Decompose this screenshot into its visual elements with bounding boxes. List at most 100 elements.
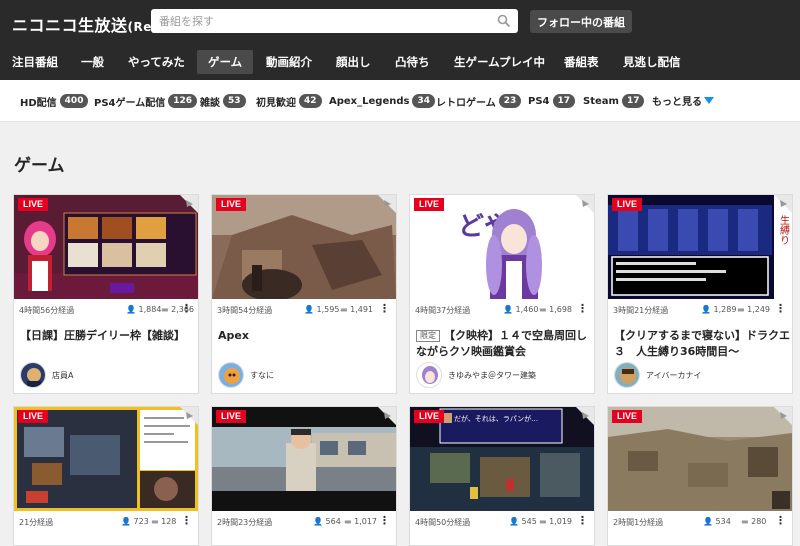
comment-icon: ▬	[151, 517, 159, 526]
chevron-down-icon[interactable]	[704, 97, 714, 104]
more-menu-icon[interactable]: ⋮	[577, 514, 588, 527]
live-badge: LIVE	[414, 410, 445, 423]
program-card[interactable]: LIVE 3時間54分経過 👤 1,595 ▬ 1,491 ⋮ Apex すなに	[211, 194, 397, 394]
program-meta: 3時間21分経過 👤 1,289 ▬ 1,249 ⋮	[613, 302, 786, 315]
program-owner[interactable]: きゆみやま＠タワー建築	[416, 362, 536, 388]
category-nav: 注目番組 一般 やってみた ゲーム 動画紹介 顔出し 凸待ち 生ゲームプレイ中 …	[0, 44, 800, 80]
tag-ps4-stream[interactable]: PS4ゲーム配信 126	[94, 93, 197, 109]
comment-icon: ▬	[539, 305, 547, 314]
more-menu-icon[interactable]: ⋮	[775, 514, 786, 527]
comment-icon: ▬	[161, 305, 169, 314]
top-header: ニコニコ生放送(Re) フォロー中の番組	[0, 0, 800, 44]
program-thumbnail[interactable]: LIVE	[212, 407, 396, 511]
live-badge: LIVE	[612, 198, 643, 211]
comment-icon: ▬	[737, 305, 745, 314]
more-menu-icon[interactable]: ⋮	[379, 302, 390, 315]
corner-fold-icon	[378, 195, 396, 213]
program-meta: 3時間54分経過 👤 1,595 ▬ 1,491 ⋮	[217, 302, 390, 315]
program-card[interactable]: 生縛り LIVE 3時間21分経過 👤 1,289 ▬ 1,249 ⋮ 【クリア…	[607, 194, 793, 394]
section-title: ゲーム	[14, 156, 65, 176]
program-card[interactable]: LIVE 2時間23分経過 👤 564 ▬ 1,017 ⋮	[211, 406, 397, 546]
viewer-icon: 👤	[121, 517, 131, 526]
search-input[interactable]	[151, 9, 518, 33]
tab-general[interactable]: 一般	[70, 50, 115, 74]
tag-hd[interactable]: HD配信 400	[20, 93, 89, 109]
live-badge: LIVE	[18, 410, 49, 423]
program-card[interactable]: だが、それは、ラパンが… LIVE 4時間50分経過 👤 545 ▬ 1,019…	[409, 406, 595, 546]
live-badge: LIVE	[612, 410, 643, 423]
program-meta: 4時間37分経過 👤 1,460 ▬ 1,698 ⋮	[415, 302, 588, 315]
tag-chat[interactable]: 雑談 53	[200, 93, 246, 109]
viewer-icon: 👤	[509, 517, 519, 526]
limited-badge: 限定	[416, 330, 440, 342]
program-meta: 4時間56分経過 👤 1,884 ▬ 2,366 ⋮	[19, 302, 195, 315]
program-card[interactable]: LIVE 4時間56分経過 👤 1,884 ▬ 2,366 ⋮ 【日課】圧勝デイ…	[13, 194, 199, 394]
program-thumbnail[interactable]: LIVE	[608, 407, 792, 511]
corner-fold-icon	[774, 407, 792, 425]
svg-text:生縛り: 生縛り	[778, 214, 790, 245]
program-card[interactable]: LIVE 21分経過 👤 723 ▬ 128 ⋮	[13, 406, 199, 546]
more-menu-icon[interactable]: ⋮	[577, 302, 588, 315]
corner-fold-icon	[378, 407, 396, 425]
tag-apex-legends[interactable]: Apex_Legends 34	[329, 93, 435, 109]
program-owner[interactable]: アイバーカナイ	[614, 362, 701, 388]
tab-featured[interactable]: 注目番組	[1, 50, 69, 74]
search-icon[interactable]	[497, 14, 511, 28]
program-title[interactable]: Apex	[218, 328, 394, 344]
site-logo[interactable]: ニコニコ生放送(Re)	[12, 12, 158, 36]
program-thumbnail[interactable]: 生縛り LIVE	[608, 195, 792, 299]
tab-video-intro[interactable]: 動画紹介	[255, 50, 323, 74]
program-card[interactable]: どや LIVE 4時間37分経過 👤 1,460 ▬ 1,698 ⋮ 限定 【ク映…	[409, 194, 595, 394]
program-title[interactable]: 【クリアするまで寝ない】ドラクエ３ 人生縛り36時間目〜	[614, 328, 790, 360]
tag-newcomer-welcome[interactable]: 初見歓迎 42	[256, 93, 322, 109]
program-thumbnail[interactable]: どや LIVE	[410, 195, 594, 299]
program-thumbnail[interactable]: LIVE	[14, 195, 198, 299]
tab-tried-it[interactable]: やってみた	[117, 50, 196, 74]
tag-steam[interactable]: Steam 17	[583, 93, 645, 109]
viewer-icon: 👤	[703, 517, 713, 526]
more-menu-icon[interactable]: ⋮	[775, 302, 786, 315]
avatar[interactable]	[218, 362, 244, 388]
program-card[interactable]: LIVE 2時間1分経過 👤 534 ▬ 280 ⋮	[607, 406, 793, 546]
viewer-icon: 👤	[126, 305, 136, 314]
viewer-icon: 👤	[701, 305, 711, 314]
tab-timeshift[interactable]: 見逃し配信	[612, 50, 692, 74]
tag-ps4[interactable]: PS4 17	[528, 93, 576, 109]
corner-fold-icon	[180, 195, 198, 213]
program-owner[interactable]: 店員A	[20, 362, 73, 388]
tab-game[interactable]: ゲーム	[197, 50, 254, 74]
program-thumbnail[interactable]: LIVE	[14, 407, 198, 511]
avatar[interactable]	[416, 362, 442, 388]
program-owner[interactable]: すなに	[218, 362, 274, 388]
program-meta: 2時間23分経過 👤 564 ▬ 1,017 ⋮	[217, 514, 390, 527]
tab-call-waiting[interactable]: 凸待ち	[384, 50, 441, 74]
more-menu-icon[interactable]: ⋮	[181, 302, 192, 315]
tab-schedule[interactable]: 番組表	[553, 50, 610, 74]
comment-icon: ▬	[539, 517, 547, 526]
tab-face-cam[interactable]: 顔出し	[325, 50, 382, 74]
program-thumbnail[interactable]: だが、それは、ラパンが… LIVE	[410, 407, 594, 511]
comment-icon: ▬	[741, 517, 749, 526]
follow-programs-button[interactable]: フォロー中の番組	[530, 10, 632, 33]
program-meta: 21分経過 👤 723 ▬ 128 ⋮	[19, 514, 192, 527]
more-menu-icon[interactable]: ⋮	[379, 514, 390, 527]
tab-live-gameplay[interactable]: 生ゲームプレイ中	[443, 50, 556, 74]
program-title[interactable]: 限定 【ク映枠】１４で空島周回しながらクソ映画鑑賞会	[416, 328, 592, 360]
live-badge: LIVE	[18, 198, 49, 211]
program-thumbnail[interactable]: LIVE	[212, 195, 396, 299]
more-tags-link[interactable]: もっと見る	[652, 93, 702, 108]
live-badge: LIVE	[216, 198, 247, 211]
corner-fold-icon	[180, 407, 198, 425]
more-menu-icon[interactable]: ⋮	[181, 514, 192, 527]
avatar[interactable]	[614, 362, 640, 388]
tag-retro-game[interactable]: レトロゲーム 23	[436, 93, 522, 109]
comment-icon: ▬	[340, 305, 348, 314]
program-title[interactable]: 【日課】圧勝デイリー枠【雑談】	[20, 328, 196, 344]
live-badge: LIVE	[414, 198, 445, 211]
viewer-icon: 👤	[313, 517, 323, 526]
live-badge: LIVE	[216, 410, 247, 423]
avatar[interactable]	[20, 362, 46, 388]
corner-fold-icon	[576, 407, 594, 425]
program-meta: 4時間50分経過 👤 545 ▬ 1,019 ⋮	[415, 514, 588, 527]
program-meta: 2時間1分経過 👤 534 ▬ 280 ⋮	[613, 514, 786, 527]
